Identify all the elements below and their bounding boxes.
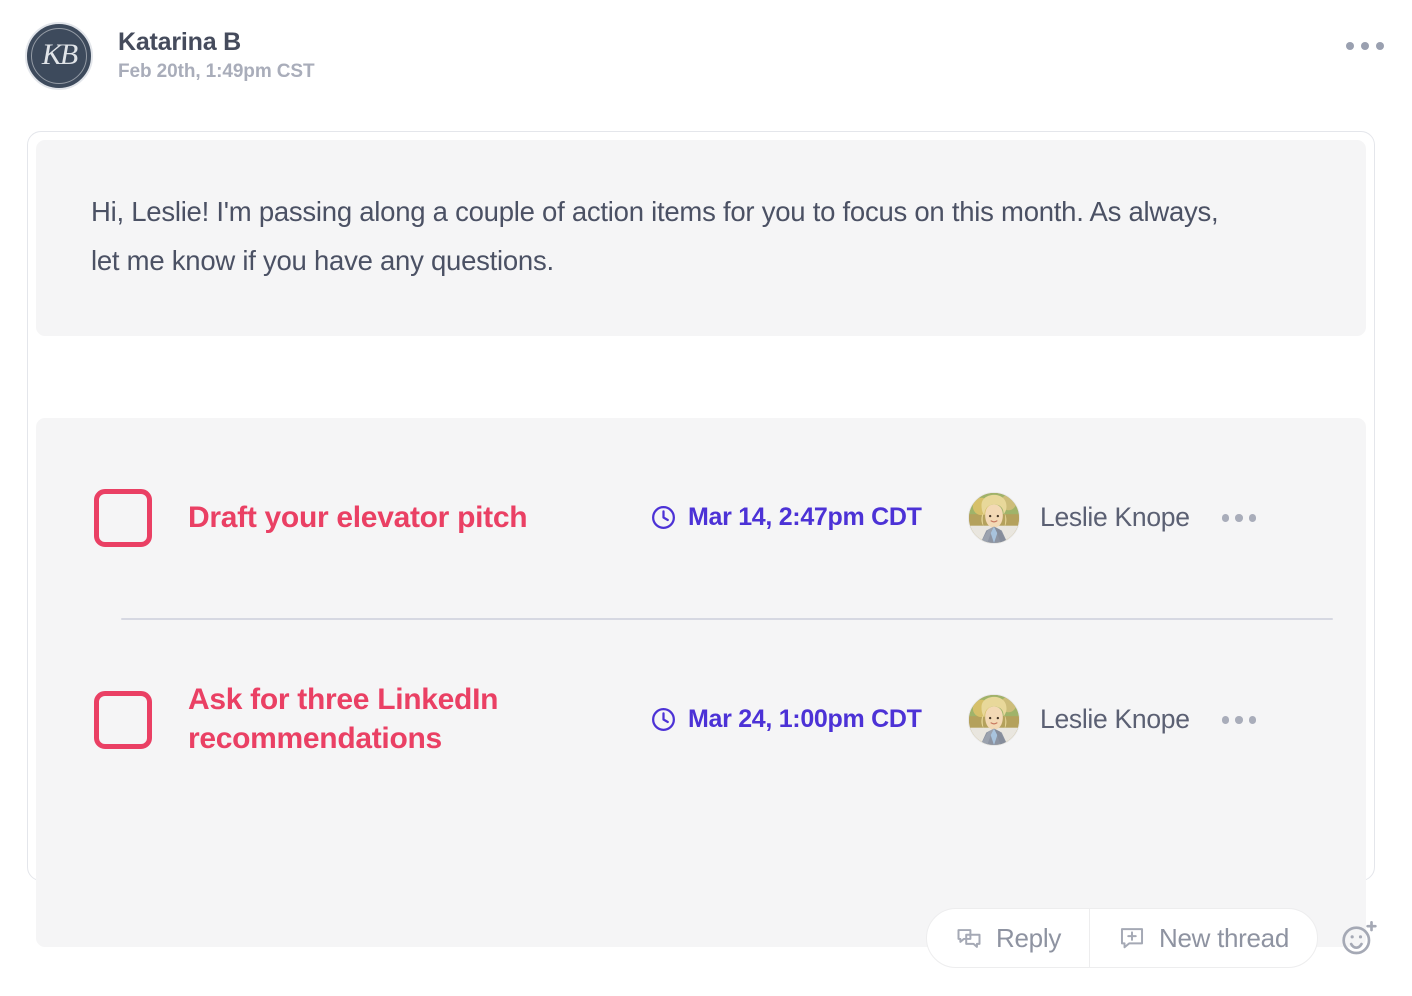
- dot-3: [1248, 716, 1257, 724]
- add-reaction-button[interactable]: [1336, 915, 1382, 961]
- avatar-initials: KB: [41, 38, 78, 71]
- dot-2: [1235, 514, 1243, 522]
- message-actions: Reply New thread: [926, 908, 1382, 968]
- assignee-photo-illustration: [969, 694, 1019, 745]
- task-assignee[interactable]: Leslie Knope: [968, 491, 1190, 544]
- task-checkbox[interactable]: [94, 690, 152, 749]
- dot-3: [1248, 514, 1257, 522]
- dot-1: [1346, 42, 1354, 50]
- dot-2: [1361, 42, 1369, 50]
- dot-2: [1235, 716, 1243, 724]
- sender-avatar[interactable]: KB: [25, 22, 93, 90]
- clock-icon: [652, 708, 675, 732]
- task-list-panel: Draft your elevator pitch Mar 14, 2:47pm…: [36, 417, 1366, 947]
- dot-3: [1376, 42, 1384, 50]
- assignee-photo-illustration: [969, 492, 1019, 543]
- sender-name: Katarina B: [118, 27, 242, 56]
- assignee-name: Leslie Knope: [1040, 704, 1190, 735]
- dot-1: [1221, 514, 1230, 522]
- sender-info: Katarina B Feb 20th, 1:49pm CST: [118, 27, 315, 83]
- smiley-plus-icon: [1342, 920, 1377, 955]
- clock-icon: [652, 506, 675, 530]
- reply-label: Reply: [996, 922, 1062, 953]
- task-assignee[interactable]: Leslie Knope: [968, 693, 1190, 746]
- new-thread-plus-icon: [1121, 928, 1144, 949]
- task-due-text: Mar 14, 2:47pm CDT: [688, 503, 922, 532]
- message-body-panel: Hi, Leslie! I'm passing along a couple o…: [36, 140, 1366, 336]
- new-thread-label: New thread: [1159, 922, 1289, 953]
- message-body-text: Hi, Leslie! I'm passing along a couple o…: [91, 196, 1219, 276]
- message-card: Hi, Leslie! I'm passing along a couple o…: [27, 131, 1375, 947]
- new-thread-button[interactable]: New thread: [1089, 909, 1317, 967]
- table-row: Draft your elevator pitch Mar 14, 2:47pm…: [36, 418, 1366, 618]
- task-due-text: Mar 24, 1:00pm CDT: [688, 705, 922, 734]
- message-header: KB Katarina B Feb 20th, 1:49pm CST: [0, 0, 1412, 112]
- task-overflow-menu-icon[interactable]: [1221, 514, 1257, 522]
- task-title[interactable]: Ask for three LinkedIn recommendations: [188, 681, 618, 758]
- task-due-date[interactable]: Mar 24, 1:00pm CDT: [650, 705, 960, 734]
- reply-button[interactable]: Reply: [927, 909, 1089, 967]
- action-button-group: Reply New thread: [926, 908, 1318, 968]
- task-overflow-menu-icon[interactable]: [1221, 716, 1257, 724]
- message-card-page: KB Katarina B Feb 20th, 1:49pm CST Hi, L…: [0, 0, 1412, 996]
- dot-1: [1221, 716, 1230, 724]
- assignee-avatar: [968, 693, 1020, 746]
- assignee-name: Leslie Knope: [1040, 502, 1190, 533]
- message-overflow-menu-icon[interactable]: [1346, 42, 1384, 50]
- table-row: Ask for three LinkedIn recommendations M…: [36, 620, 1366, 820]
- task-checkbox[interactable]: [94, 488, 152, 547]
- reply-bubbles-icon: [957, 929, 981, 948]
- task-title[interactable]: Draft your elevator pitch: [188, 499, 618, 537]
- task-due-date[interactable]: Mar 14, 2:47pm CDT: [650, 503, 960, 532]
- message-timestamp: Feb 20th, 1:49pm CST: [118, 61, 315, 83]
- assignee-avatar: [968, 491, 1020, 544]
